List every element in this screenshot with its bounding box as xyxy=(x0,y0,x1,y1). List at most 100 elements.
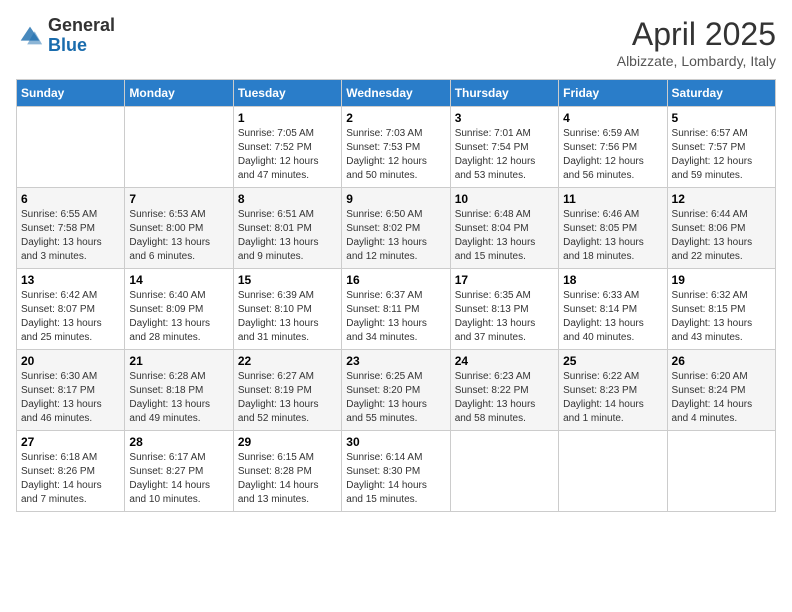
calendar-cell: 2Sunrise: 7:03 AM Sunset: 7:53 PM Daylig… xyxy=(342,107,450,188)
column-header-sunday: Sunday xyxy=(17,80,125,107)
day-info: Sunrise: 6:39 AM Sunset: 8:10 PM Dayligh… xyxy=(238,289,337,345)
day-info: Sunrise: 6:20 AM Sunset: 8:24 PM Dayligh… xyxy=(672,370,771,426)
day-number: 1 xyxy=(238,111,337,125)
day-number: 24 xyxy=(455,354,554,368)
calendar-body: 1Sunrise: 7:05 AM Sunset: 7:52 PM Daylig… xyxy=(17,107,776,512)
day-info: Sunrise: 6:23 AM Sunset: 8:22 PM Dayligh… xyxy=(455,370,554,426)
day-number: 18 xyxy=(563,273,662,287)
calendar-cell xyxy=(125,107,233,188)
calendar-table: SundayMondayTuesdayWednesdayThursdayFrid… xyxy=(16,79,776,512)
day-number: 21 xyxy=(129,354,228,368)
location-text: Albizzate, Lombardy, Italy xyxy=(617,53,776,69)
calendar-cell: 11 Sunrise: 6:46 AM Sunset: 8:05 PM Dayli… xyxy=(559,188,667,269)
day-info: Sunrise: 6:18 AM Sunset: 8:26 PM Dayligh… xyxy=(21,451,120,507)
calendar-cell: 14 Sunrise: 6:40 AM Sunset: 8:09 PM Dayli… xyxy=(125,269,233,350)
day-info: Sunrise: 6:15 AM Sunset: 8:28 PM Dayligh… xyxy=(238,451,337,507)
day-info: Sunrise: 6:28 AM Sunset: 8:18 PM Dayligh… xyxy=(129,370,228,426)
calendar-cell: 26 Sunrise: 6:20 AM Sunset: 8:24 PM Dayli… xyxy=(667,350,775,431)
calendar-cell xyxy=(559,431,667,512)
calendar-cell: 5 Sunrise: 6:57 AM Sunset: 7:57 PM Daylig… xyxy=(667,107,775,188)
day-info: Sunrise: 6:30 AM Sunset: 8:17 PM Dayligh… xyxy=(21,370,120,426)
day-info: Sunrise: 6:57 AM Sunset: 7:57 PM Dayligh… xyxy=(672,127,771,183)
day-number: 22 xyxy=(238,354,337,368)
day-info: Sunrise: 6:48 AM Sunset: 8:04 PM Dayligh… xyxy=(455,208,554,264)
day-info: Sunrise: 6:27 AM Sunset: 8:19 PM Dayligh… xyxy=(238,370,337,426)
calendar-cell: 24 Sunrise: 6:23 AM Sunset: 8:22 PM Dayli… xyxy=(450,350,558,431)
day-info: Sunrise: 6:17 AM Sunset: 8:27 PM Dayligh… xyxy=(129,451,228,507)
calendar-week-4: 20 Sunrise: 6:30 AM Sunset: 8:17 PM Dayli… xyxy=(17,350,776,431)
day-number: 3 xyxy=(455,111,554,125)
page-header: General Blue April 2025 Albizzate, Lomba… xyxy=(16,16,776,69)
day-info: Sunrise: 6:44 AM Sunset: 8:06 PM Dayligh… xyxy=(672,208,771,264)
calendar-week-1: 1Sunrise: 7:05 AM Sunset: 7:52 PM Daylig… xyxy=(17,107,776,188)
logo-blue-text: Blue xyxy=(48,35,87,55)
day-info: Sunrise: 6:53 AM Sunset: 8:00 PM Dayligh… xyxy=(129,208,228,264)
calendar-cell: 10Sunrise: 6:48 AM Sunset: 8:04 PM Dayli… xyxy=(450,188,558,269)
day-number: 12 xyxy=(672,192,771,206)
day-number: 16 xyxy=(346,273,445,287)
calendar-cell: 16 Sunrise: 6:37 AM Sunset: 8:11 PM Dayli… xyxy=(342,269,450,350)
day-number: 28 xyxy=(129,435,228,449)
day-info: Sunrise: 6:40 AM Sunset: 8:09 PM Dayligh… xyxy=(129,289,228,345)
column-header-tuesday: Tuesday xyxy=(233,80,341,107)
day-info: Sunrise: 6:35 AM Sunset: 8:13 PM Dayligh… xyxy=(455,289,554,345)
column-header-thursday: Thursday xyxy=(450,80,558,107)
day-info: Sunrise: 6:22 AM Sunset: 8:23 PM Dayligh… xyxy=(563,370,662,426)
calendar-cell: 18 Sunrise: 6:33 AM Sunset: 8:14 PM Dayli… xyxy=(559,269,667,350)
calendar-cell: 19Sunrise: 6:32 AM Sunset: 8:15 PM Dayli… xyxy=(667,269,775,350)
calendar-cell xyxy=(17,107,125,188)
calendar-cell: 8Sunrise: 6:51 AM Sunset: 8:01 PM Daylig… xyxy=(233,188,341,269)
calendar-cell: 20 Sunrise: 6:30 AM Sunset: 8:17 PM Dayli… xyxy=(17,350,125,431)
calendar-cell: 23Sunrise: 6:25 AM Sunset: 8:20 PM Dayli… xyxy=(342,350,450,431)
calendar-cell: 9Sunrise: 6:50 AM Sunset: 8:02 PM Daylig… xyxy=(342,188,450,269)
column-header-saturday: Saturday xyxy=(667,80,775,107)
calendar-week-5: 27 Sunrise: 6:18 AM Sunset: 8:26 PM Dayli… xyxy=(17,431,776,512)
calendar-cell: 30Sunrise: 6:14 AM Sunset: 8:30 PM Dayli… xyxy=(342,431,450,512)
day-info: Sunrise: 6:59 AM Sunset: 7:56 PM Dayligh… xyxy=(563,127,662,183)
day-number: 29 xyxy=(238,435,337,449)
calendar-cell: 25 Sunrise: 6:22 AM Sunset: 8:23 PM Dayli… xyxy=(559,350,667,431)
column-header-wednesday: Wednesday xyxy=(342,80,450,107)
day-number: 17 xyxy=(455,273,554,287)
day-info: Sunrise: 6:51 AM Sunset: 8:01 PM Dayligh… xyxy=(238,208,337,264)
day-number: 20 xyxy=(21,354,120,368)
day-number: 26 xyxy=(672,354,771,368)
day-number: 27 xyxy=(21,435,120,449)
calendar-cell: 17 Sunrise: 6:35 AM Sunset: 8:13 PM Dayli… xyxy=(450,269,558,350)
calendar-cell: 7 Sunrise: 6:53 AM Sunset: 8:00 PM Daylig… xyxy=(125,188,233,269)
logo: General Blue xyxy=(16,16,115,56)
day-info: Sunrise: 6:33 AM Sunset: 8:14 PM Dayligh… xyxy=(563,289,662,345)
logo-general-text: General xyxy=(48,15,115,35)
day-number: 30 xyxy=(346,435,445,449)
day-number: 4 xyxy=(563,111,662,125)
calendar-cell: 3 Sunrise: 7:01 AM Sunset: 7:54 PM Daylig… xyxy=(450,107,558,188)
day-info: Sunrise: 6:50 AM Sunset: 8:02 PM Dayligh… xyxy=(346,208,445,264)
day-info: Sunrise: 6:42 AM Sunset: 8:07 PM Dayligh… xyxy=(21,289,120,345)
calendar-cell xyxy=(667,431,775,512)
day-number: 19 xyxy=(672,273,771,287)
day-number: 14 xyxy=(129,273,228,287)
calendar-cell: 15 Sunrise: 6:39 AM Sunset: 8:10 PM Dayli… xyxy=(233,269,341,350)
title-block: April 2025 Albizzate, Lombardy, Italy xyxy=(617,16,776,69)
day-number: 13 xyxy=(21,273,120,287)
day-info: Sunrise: 6:55 AM Sunset: 7:58 PM Dayligh… xyxy=(21,208,120,264)
day-number: 5 xyxy=(672,111,771,125)
day-number: 11 xyxy=(563,192,662,206)
day-info: Sunrise: 6:37 AM Sunset: 8:11 PM Dayligh… xyxy=(346,289,445,345)
calendar-cell: 28 Sunrise: 6:17 AM Sunset: 8:27 PM Dayli… xyxy=(125,431,233,512)
day-number: 7 xyxy=(129,192,228,206)
calendar-cell: 6 Sunrise: 6:55 AM Sunset: 7:58 PM Daylig… xyxy=(17,188,125,269)
day-number: 6 xyxy=(21,192,120,206)
calendar-cell: 22 Sunrise: 6:27 AM Sunset: 8:19 PM Dayli… xyxy=(233,350,341,431)
calendar-cell: 1Sunrise: 7:05 AM Sunset: 7:52 PM Daylig… xyxy=(233,107,341,188)
day-number: 2 xyxy=(346,111,445,125)
day-number: 15 xyxy=(238,273,337,287)
day-info: Sunrise: 7:01 AM Sunset: 7:54 PM Dayligh… xyxy=(455,127,554,183)
calendar-header-row: SundayMondayTuesdayWednesdayThursdayFrid… xyxy=(17,80,776,107)
day-info: Sunrise: 6:46 AM Sunset: 8:05 PM Dayligh… xyxy=(563,208,662,264)
calendar-cell: 21 Sunrise: 6:28 AM Sunset: 8:18 PM Dayli… xyxy=(125,350,233,431)
calendar-week-2: 6 Sunrise: 6:55 AM Sunset: 7:58 PM Daylig… xyxy=(17,188,776,269)
calendar-cell: 27 Sunrise: 6:18 AM Sunset: 8:26 PM Dayli… xyxy=(17,431,125,512)
day-number: 25 xyxy=(563,354,662,368)
month-year-title: April 2025 xyxy=(617,16,776,53)
